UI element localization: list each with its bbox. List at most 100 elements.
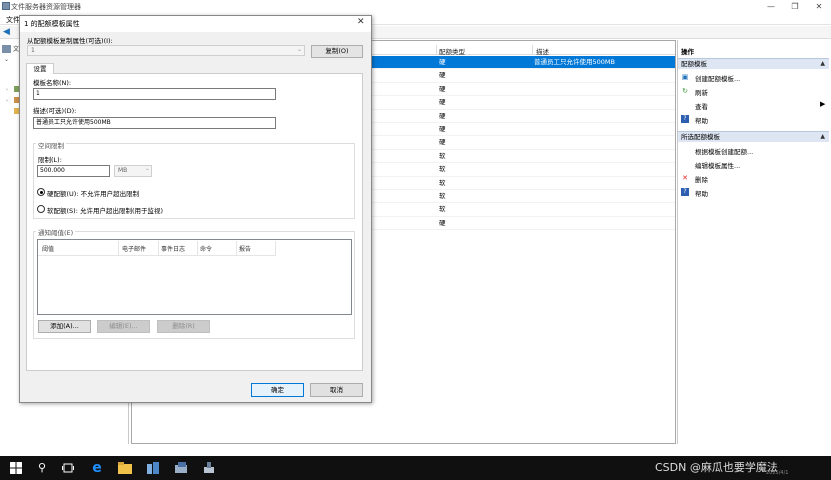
edit-threshold-button[interactable]: 编辑(E)... bbox=[97, 320, 150, 333]
template-name-label: 模板名称(N): bbox=[33, 79, 72, 87]
chevron-down-icon[interactable]: ⌄ bbox=[297, 46, 302, 53]
copy-button[interactable]: 复制(O) bbox=[311, 45, 363, 58]
action-group-label: 配额模板 bbox=[681, 60, 707, 68]
collapse-icon[interactable]: ▲ bbox=[820, 132, 825, 142]
quota-type-cell: 硬 bbox=[439, 124, 446, 133]
column-separator[interactable] bbox=[436, 45, 437, 55]
search-icon[interactable]: ⚲ bbox=[34, 460, 50, 476]
column-threshold[interactable]: 阈值 bbox=[42, 244, 54, 253]
description-label: 描述(可选)(D): bbox=[33, 107, 77, 115]
column-command[interactable]: 命令 bbox=[200, 244, 212, 253]
action-group-label: 所选配额模板 bbox=[681, 133, 720, 141]
table-row[interactable]: 软 bbox=[372, 150, 675, 164]
submenu-arrow-icon[interactable]: ▶ bbox=[820, 100, 825, 108]
action-help[interactable]: 帮助 bbox=[695, 115, 708, 125]
maximize-icon[interactable]: ❐ bbox=[783, 0, 807, 13]
table-row[interactable]: 硬 bbox=[372, 110, 675, 123]
table-row[interactable]: 软 bbox=[372, 163, 675, 177]
close-window-icon[interactable]: ✕ bbox=[807, 0, 831, 13]
chevron-down-icon[interactable]: ⌄ bbox=[145, 166, 150, 172]
ok-button[interactable]: 确定 bbox=[251, 383, 304, 397]
column-separator[interactable] bbox=[118, 241, 119, 255]
computer-management-icon[interactable] bbox=[201, 460, 217, 476]
main-title: 文件服务器资源管理器 bbox=[11, 3, 81, 11]
server-icon bbox=[2, 45, 11, 53]
add-threshold-button[interactable]: 添加(A)... bbox=[38, 320, 91, 333]
back-arrow-icon[interactable]: ◀ bbox=[3, 28, 11, 37]
table-row[interactable]: 硬 bbox=[372, 69, 675, 83]
table-row[interactable]: 软 bbox=[372, 177, 675, 190]
description-input[interactable]: 普通员工只允许使用500MB bbox=[33, 117, 276, 129]
hard-quota-radio[interactable] bbox=[37, 188, 45, 196]
dialog-title: 1 的配额模板属性 bbox=[24, 20, 80, 28]
description-cell: 普通员工只允许使用500MB bbox=[534, 58, 615, 66]
action-refresh[interactable]: 刷新 bbox=[695, 87, 708, 97]
column-separator[interactable] bbox=[275, 241, 276, 255]
table-row[interactable]: 硬 bbox=[372, 217, 675, 231]
table-row[interactable]: 软 bbox=[372, 203, 675, 217]
limit-label: 限制(L): bbox=[38, 156, 62, 164]
copy-from-template-select[interactable]: 1 bbox=[27, 45, 305, 56]
menu-file[interactable]: 文件 bbox=[6, 15, 20, 25]
table-row[interactable]: 硬 bbox=[372, 136, 675, 150]
table-row[interactable]: 硬 bbox=[372, 123, 675, 137]
minimize-icon[interactable]: — bbox=[759, 0, 783, 13]
tab-settings[interactable]: 设置 bbox=[26, 63, 54, 74]
quota-type-cell: 硬 bbox=[439, 58, 446, 66]
tree-collapse-icon[interactable]: › bbox=[6, 87, 8, 93]
table-row[interactable]: 软 bbox=[372, 190, 675, 204]
column-event-log[interactable]: 事件日志 bbox=[161, 244, 185, 253]
quota-type-cell: 硬 bbox=[439, 71, 446, 80]
actions-title: 操作 bbox=[681, 48, 694, 56]
action-create-template[interactable]: 创建配额模板... bbox=[695, 73, 740, 83]
task-view-icon[interactable] bbox=[60, 460, 76, 476]
column-separator[interactable] bbox=[197, 241, 198, 255]
limit-input[interactable]: 500.000 bbox=[37, 165, 110, 177]
column-description[interactable]: 描述 bbox=[536, 46, 549, 56]
internet-explorer-icon[interactable]: e bbox=[89, 460, 105, 476]
column-email[interactable]: 电子邮件 bbox=[122, 244, 146, 253]
windows-start-icon[interactable] bbox=[8, 460, 24, 476]
close-icon[interactable]: ✕ bbox=[357, 17, 365, 27]
quota-type-cell: 硬 bbox=[439, 111, 446, 120]
quota-type-cell: 硬 bbox=[439, 138, 446, 147]
tree-expand-icon[interactable]: ⌄ bbox=[4, 56, 9, 63]
column-separator[interactable] bbox=[236, 241, 237, 255]
cancel-button[interactable]: 取消 bbox=[310, 383, 363, 397]
table-row[interactable]: 硬 bbox=[372, 83, 675, 97]
action-view[interactable]: 查看 bbox=[695, 101, 708, 111]
template-name-input[interactable]: 1 bbox=[33, 88, 276, 100]
action-create-quota-from-template[interactable]: 根据模板创建配额... bbox=[695, 146, 753, 156]
quota-type-cell: 硬 bbox=[439, 84, 446, 93]
table-row[interactable]: 硬 普通员工只允许使用500MB bbox=[372, 56, 675, 70]
hard-quota-label[interactable]: 硬配额(U): 不允许用户超出限制 bbox=[47, 188, 139, 198]
action-edit-template-properties[interactable]: 编辑模板属性... bbox=[695, 160, 740, 170]
column-report[interactable]: 报告 bbox=[239, 244, 251, 253]
table-row[interactable]: 硬 bbox=[372, 96, 675, 110]
action-group-selected-template[interactable]: 所选配额模板 ▲ bbox=[678, 131, 829, 142]
create-template-icon: ▣ bbox=[681, 73, 689, 81]
refresh-icon: ↻ bbox=[682, 87, 688, 95]
tray-date: 2025/4/1 bbox=[766, 470, 789, 476]
remove-threshold-button[interactable]: 删除(R) bbox=[157, 320, 210, 333]
column-separator[interactable] bbox=[158, 241, 159, 255]
column-quota-type[interactable]: 配额类型 bbox=[439, 46, 465, 56]
radio-selected-dot bbox=[39, 190, 43, 194]
action-delete[interactable]: 删除 bbox=[695, 174, 708, 184]
help-icon: ? bbox=[681, 188, 689, 196]
server-manager-icon[interactable] bbox=[145, 460, 161, 476]
delete-icon: ✕ bbox=[682, 174, 688, 182]
collapse-icon[interactable]: ▲ bbox=[820, 59, 825, 69]
soft-quota-radio[interactable] bbox=[37, 205, 45, 213]
list-rows: 硬普通员工只允许使用500MB 硬硬硬硬硬硬软软软软软硬 bbox=[372, 56, 675, 231]
file-explorer-icon[interactable] bbox=[117, 460, 133, 476]
action-help-selected[interactable]: 帮助 bbox=[695, 188, 708, 198]
quota-type-cell: 软 bbox=[439, 165, 446, 174]
tree-collapse-icon[interactable]: › bbox=[6, 98, 8, 104]
quota-type-cell: 硬 bbox=[439, 98, 446, 107]
file-server-resource-manager-icon[interactable] bbox=[173, 460, 189, 476]
column-separator[interactable] bbox=[532, 45, 533, 55]
action-group-quota-templates[interactable]: 配额模板 ▲ bbox=[678, 58, 829, 69]
soft-quota-label[interactable]: 软配额(S): 允许用户超出限制(用于监视) bbox=[47, 205, 163, 215]
quota-type-cell: 硬 bbox=[439, 218, 446, 227]
